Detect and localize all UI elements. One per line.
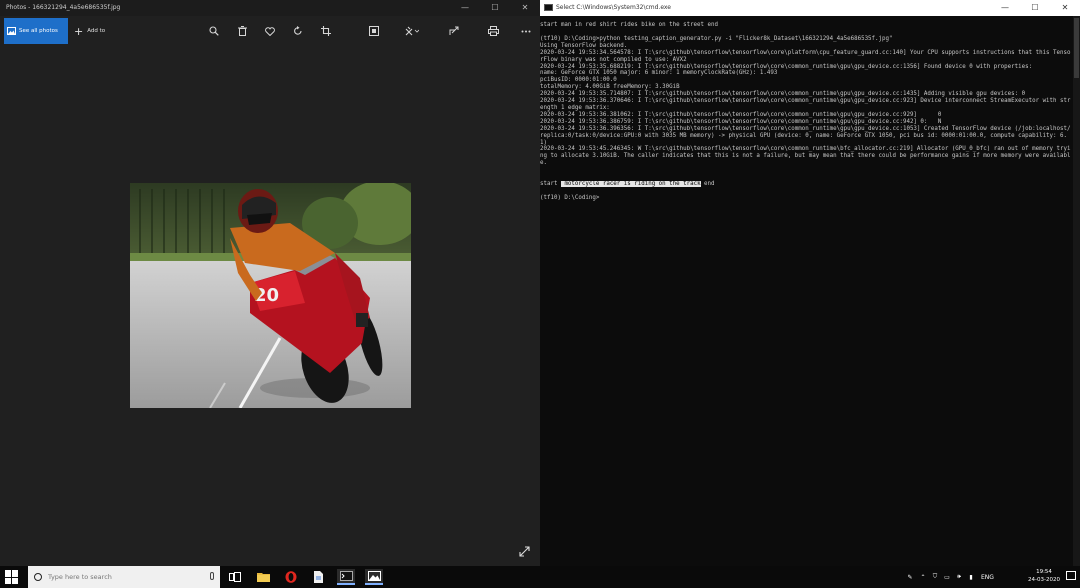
maximize-button[interactable]: ☐ — [1020, 0, 1050, 16]
photos-titlebar: Photos - 166321294_4a5e686535f.jpg — ☐ ✕ — [0, 0, 540, 16]
caption-result-line: start motorcycle racer is riding on the … — [540, 181, 1072, 188]
add-to-button[interactable]: + Add to — [74, 18, 118, 44]
clock-date: 24-03-2020 — [1028, 577, 1060, 583]
motorcycle-racer-photo: 20 — [130, 183, 411, 408]
close-button[interactable]: ✕ — [1050, 0, 1080, 16]
cmd-window-icon — [544, 4, 553, 11]
console-lines: start man in red shirt rides bike on the… — [540, 22, 1072, 167]
microphone-icon[interactable] — [210, 572, 214, 580]
language-indicator[interactable]: ENG — [981, 574, 994, 581]
network-icon[interactable]: ▮ — [965, 574, 977, 581]
task-view-icon[interactable] — [226, 569, 244, 585]
files-icon[interactable] — [309, 569, 327, 585]
console-prompt[interactable]: (tf10) D:\Coding> — [540, 195, 1072, 202]
photos-app-icon[interactable] — [365, 569, 383, 585]
opera-icon[interactable] — [282, 569, 300, 585]
edit-icon[interactable] — [405, 24, 419, 38]
taskbar-clock[interactable]: 19:54 24-03-2020 — [1028, 568, 1060, 584]
zoom-icon[interactable] — [207, 24, 221, 38]
console-output[interactable]: start man in red shirt rides bike on the… — [540, 22, 1072, 202]
console-line: name: GeForce GTX 1050 major: 6 minor: 1… — [540, 70, 778, 77]
add-to-label: Add to — [87, 28, 106, 34]
close-button[interactable]: ✕ — [510, 0, 540, 16]
print-icon[interactable] — [486, 24, 500, 38]
shield-icon[interactable]: ⛉ — [929, 573, 941, 581]
file-explorer-icon[interactable] — [254, 569, 272, 585]
result-prefix: start — [540, 181, 561, 188]
console-line: (tf10) D:\Coding>python testing_caption_… — [540, 35, 893, 42]
photos-toolbar: See all photos + Add to — [0, 16, 540, 46]
console-line: Using TensorFlow backend. — [540, 42, 628, 49]
console-line: 2020-03-24 19:53:36.381062: I T:\src\git… — [540, 111, 942, 118]
console-line: 2020-03-24 19:53:45.246345: W T:\src\git… — [540, 146, 1071, 167]
maximize-button[interactable]: ☐ — [480, 0, 510, 16]
cmd-window-title: Select C:\Windows\System32\cmd.exe — [556, 4, 671, 11]
search-placeholder: Type here to search — [48, 573, 112, 581]
console-line: pciBusID: 0000:01:00.0 — [540, 77, 617, 84]
result-suffix: end — [700, 181, 715, 188]
delete-icon[interactable] — [235, 24, 249, 38]
photo-viewer-image[interactable]: 20 — [130, 183, 411, 408]
cmd-scrollbar[interactable] — [1073, 16, 1080, 566]
notification-center-icon[interactable] — [1066, 571, 1076, 580]
cortana-icon — [34, 573, 42, 581]
console-line: 2020-03-24 19:53:36.396356: I T:\src\git… — [540, 125, 1071, 146]
cmd-titlebar: Select C:\Windows\System32\cmd.exe — ☐ ✕ — [540, 0, 1080, 16]
photos-window: Photos - 166321294_4a5e686535f.jpg — ☐ ✕… — [0, 0, 540, 566]
console-line: 2020-03-24 19:53:36.370646: I T:\src\git… — [540, 98, 1071, 111]
gallery-icon — [7, 27, 16, 35]
clock-time: 19:54 — [1036, 569, 1052, 575]
cmd-scrollbar-thumb[interactable] — [1074, 18, 1079, 78]
crop-icon[interactable] — [319, 24, 333, 38]
more-icon[interactable] — [519, 24, 533, 38]
system-tray: ✎ ⌃ ⛉ ▭ 🕪 ▮ ENG — [903, 566, 994, 588]
cmd-app-icon[interactable] — [337, 569, 355, 585]
photos-window-title: Photos - 166321294_4a5e686535f.jpg — [6, 4, 121, 11]
console-line: 2020-03-24 19:53:35.688219: I T:\src\git… — [540, 63, 1033, 70]
cmd-window: Select C:\Windows\System32\cmd.exe — ☐ ✕… — [540, 0, 1080, 566]
share-icon[interactable] — [447, 24, 461, 38]
console-line: start man in red shirt rides bike on the… — [540, 22, 718, 28]
minimize-button[interactable]: — — [990, 0, 1020, 16]
see-all-photos-button[interactable]: See all photos — [4, 18, 68, 44]
cmd-window-controls: — ☐ ✕ — [990, 0, 1080, 16]
volume-icon[interactable]: 🕪 — [953, 573, 965, 581]
taskbar-search-box[interactable]: Type here to search — [28, 566, 220, 588]
generated-caption[interactable]: motorcycle racer is riding on the track — [560, 181, 701, 188]
taskbar: Type here to search ✎ ⌃ ⛉ ▭ 🕪 ▮ ENG 19:5… — [0, 566, 1080, 588]
rotate-icon[interactable] — [291, 24, 305, 38]
console-line: 2020-03-24 19:53:34.564578: I T:\src\git… — [540, 49, 1071, 63]
battery-icon[interactable]: ▭ — [941, 574, 953, 581]
pen-icon[interactable]: ✎ — [903, 574, 917, 581]
start-windows-icon[interactable] — [5, 570, 19, 584]
plus-icon: + — [74, 24, 84, 38]
photos-window-controls: — ☐ ✕ — [450, 0, 540, 16]
expand-diagonal-icon[interactable] — [519, 546, 530, 560]
fullscreen-icon[interactable] — [367, 24, 381, 38]
see-all-photos-label: See all photos — [19, 28, 58, 34]
console-line: 2020-03-24 19:53:36.386759: I T:\src\git… — [540, 118, 942, 125]
chevron-up-icon[interactable]: ⌃ — [917, 574, 929, 581]
console-line: 2020-03-24 19:53:35.714807: I T:\src\git… — [540, 91, 1026, 98]
heart-icon[interactable] — [263, 24, 277, 38]
console-line: totalMemory: 4.00GiB freeMemory: 3.30GiB — [540, 84, 680, 91]
minimize-button[interactable]: — — [450, 0, 480, 16]
